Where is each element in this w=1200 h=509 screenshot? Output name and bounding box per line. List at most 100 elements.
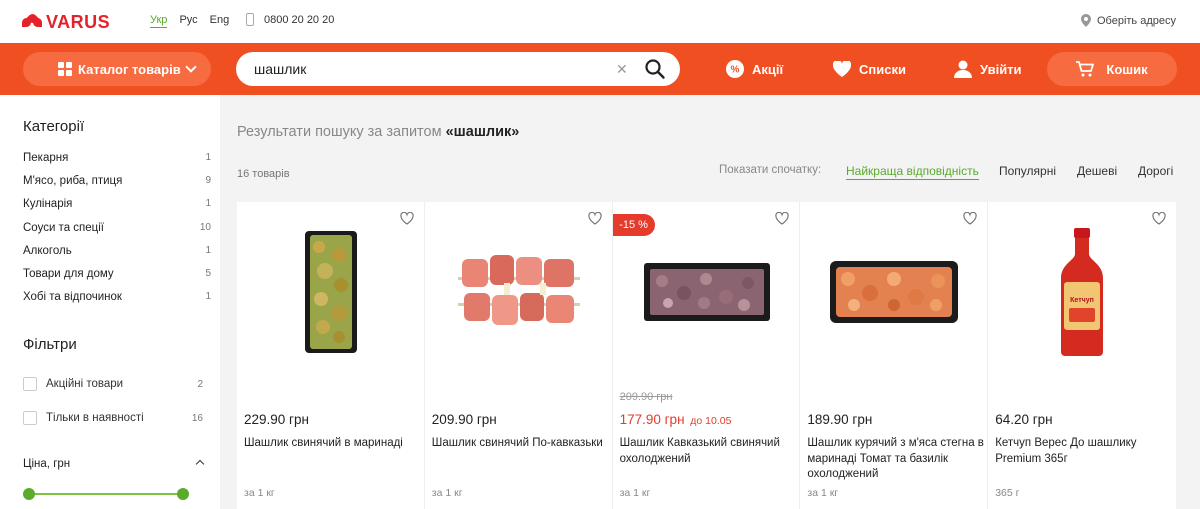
lang-eng[interactable]: Eng [210, 14, 230, 28]
catalog-label: Каталог товарів [78, 61, 181, 77]
percent-icon: % [726, 60, 744, 78]
sale-until: до 10.05 [690, 415, 732, 427]
product-unit: 365 г [995, 487, 1020, 499]
category-count: 9 [205, 175, 211, 187]
product-old-price: 209.90 грн [619, 391, 673, 403]
product-name[interactable]: Шашлик Кавказький свинячий охолоджений [620, 436, 798, 467]
price-slider-min-handle[interactable] [23, 488, 35, 500]
product-price: 209.90 грн [431, 412, 497, 427]
category-count: 1 [205, 244, 211, 256]
product-card[interactable]: 229.90 грн Шашлик свинячий в маринаді за… [237, 202, 425, 509]
product-grid: 229.90 грн Шашлик свинячий в маринаді за… [237, 202, 1176, 509]
product-card[interactable]: 189.90 грн Шашлик курячий з м'яса стегна… [800, 202, 989, 509]
chevron-down-icon [185, 61, 197, 73]
product-price: 177.90 грн до 10.05 [620, 412, 732, 427]
results-title: Результати пошуку за запитом «шашлик» [237, 124, 519, 140]
sort-best-match[interactable]: Найкраща відповідність [846, 164, 979, 180]
price-slider-track[interactable] [29, 493, 183, 495]
language-switcher: Укр Рус Eng [150, 14, 229, 28]
login-label: Увійти [980, 61, 1022, 77]
goods-count: 16 товарів [237, 168, 290, 180]
product-price: 64.20 грн [995, 412, 1053, 427]
category-item[interactable]: Кулінарія 1 [23, 198, 211, 221]
filter-label: Акційні товари [46, 378, 124, 390]
clear-icon[interactable]: ✕ [616, 62, 628, 76]
product-card[interactable]: 209.90 грн Шашлик свинячий По-кавказьки … [425, 202, 613, 509]
in-stock-checkbox[interactable] [23, 411, 37, 425]
lists-link[interactable]: Списки [833, 52, 906, 86]
main-header: Каталог товарів ✕ % Акції Списки Увійти … [0, 43, 1200, 95]
category-name: Хобі та відпочинок [23, 291, 122, 304]
login-link[interactable]: Увійти [954, 52, 1022, 86]
category-item[interactable]: Алкоголь 1 [23, 245, 211, 268]
sort-expensive[interactable]: Дорогі [1138, 164, 1173, 178]
results-query: «шашлик» [445, 124, 520, 140]
search-icon[interactable] [644, 58, 666, 80]
user-icon [954, 60, 972, 78]
category-list: Пекарня 1 М'ясо, риба, птиця 9 Кулінарія 1 … [23, 152, 211, 314]
product-price: 229.90 грн [244, 412, 309, 427]
phone-number: 0800 20 20 20 [264, 13, 335, 26]
product-unit: за 1 кг [619, 487, 651, 499]
filter-promo[interactable]: Акційні товари 2 [23, 377, 203, 391]
search-bar: ✕ [236, 52, 680, 86]
category-name: Пекарня [23, 152, 69, 164]
phone-link[interactable]: 0800 20 20 20 [246, 13, 334, 26]
promo-checkbox[interactable] [23, 377, 37, 391]
product-image [425, 222, 613, 362]
address-selector[interactable]: Оберіть адресу [1080, 14, 1176, 27]
product-card[interactable]: -15 % 209.90 грн 177.90 грн до 10.05 Шаш… [612, 202, 801, 509]
logo-text: VARUS [46, 12, 111, 32]
sort-cheap[interactable]: Дешеві [1077, 164, 1117, 178]
address-label: Оберіть адресу [1096, 14, 1176, 27]
product-card[interactable]: Кетчуп 64.20 грн Кетчуп Верес До шашлику… [988, 202, 1176, 509]
product-name[interactable]: Шашлик свинячий По-кавказьки [432, 436, 610, 452]
category-item[interactable]: Пекарня 1 [23, 152, 211, 175]
cart-label: Кошик [1106, 61, 1148, 77]
filter-count: 16 [191, 412, 203, 424]
product-name[interactable]: Кетчуп Верес До шашлику Premium 365г [995, 436, 1173, 467]
product-image [613, 222, 801, 362]
sidebar: Категорії Пекарня 1 М'ясо, риба, птиця 9 К… [0, 95, 220, 509]
product-name[interactable]: Шашлик свинячий в маринаді [244, 436, 422, 452]
chevron-up-icon[interactable] [195, 459, 205, 469]
product-unit: за 1 кг [807, 487, 839, 499]
category-name: Кулінарія [23, 198, 73, 211]
product-unit: за 1 кг [431, 487, 463, 499]
price-filter-label: Ціна, грн [23, 458, 71, 470]
category-count: 1 [205, 198, 211, 210]
product-image: Кетчуп [988, 222, 1176, 362]
product-unit: за 1 кг [244, 487, 275, 499]
results-prefix: Результати пошуку за запитом [237, 124, 442, 140]
category-item[interactable]: Соуси та спеції 10 [23, 222, 211, 245]
category-item[interactable]: Хобі та відпочинок 1 [23, 291, 211, 314]
category-name: Соуси та спеції [23, 221, 104, 234]
sale-price: 177.90 грн [619, 412, 685, 427]
filter-label: Тільки в наявності [46, 412, 144, 424]
categories-title: Категорії [23, 118, 85, 135]
promo-link[interactable]: % Акції [726, 52, 783, 86]
category-name: М'ясо, риба, птиця [23, 175, 123, 188]
cart-icon [1076, 61, 1095, 77]
product-name[interactable]: Шашлик курячий з м'яса стегна в маринаді… [807, 436, 985, 483]
filters-title: Фільтри [23, 336, 77, 353]
product-image [237, 222, 425, 362]
category-name: Товари для дому [23, 267, 114, 280]
product-image [800, 222, 988, 362]
search-input[interactable] [254, 52, 604, 86]
top-bar: VARUS Укр Рус Eng 0800 20 20 20 Оберіть … [0, 0, 1200, 43]
cart-button[interactable]: Кошик [1047, 52, 1177, 86]
lang-rus[interactable]: Рус [179, 14, 197, 28]
catalog-button[interactable]: Каталог товарів [23, 52, 211, 86]
lang-ukr[interactable]: Укр [150, 14, 168, 28]
varus-logo[interactable]: VARUS [22, 11, 111, 33]
price-slider-max-handle[interactable] [177, 488, 189, 500]
sort-label: Показати спочатку: [719, 164, 822, 176]
heart-icon [833, 61, 851, 77]
category-item[interactable]: Товари для дому 5 [23, 268, 211, 291]
filter-in-stock[interactable]: Тільки в наявності 16 [23, 411, 203, 425]
logo-leaf-icon [22, 11, 42, 32]
category-item[interactable]: М'ясо, риба, птиця 9 [23, 175, 211, 198]
sort-popular[interactable]: Популярні [999, 164, 1056, 178]
grid-icon [58, 62, 72, 76]
